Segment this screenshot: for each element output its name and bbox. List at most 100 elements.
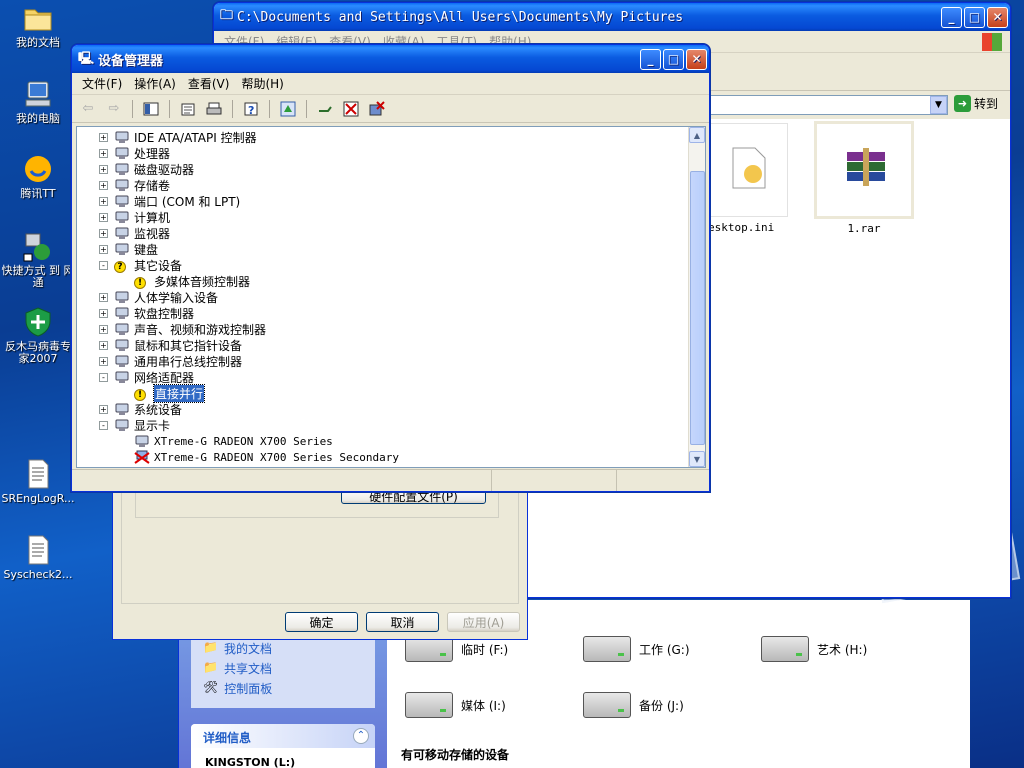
- other-places-link-shared-documents[interactable]: 📁 共享文档: [203, 660, 272, 677]
- expand-icon[interactable]: +: [99, 340, 108, 350]
- toolbar-separator: [132, 99, 133, 118]
- details-header[interactable]: 详细信息 ⌃: [191, 724, 375, 748]
- show-hide-tree-icon[interactable]: [141, 99, 161, 119]
- expand-icon[interactable]: +: [99, 212, 108, 222]
- address-dropdown[interactable]: ▼: [930, 96, 947, 114]
- other-places-link-my-documents[interactable]: 📁 我的文档: [203, 640, 272, 657]
- device-tree[interactable]: + IDE ATA/ATAPI 控制器 + 处理器 + 磁盘驱动器 + 存储卷 + 端口 (COM…: [76, 126, 706, 468]
- minimize-button[interactable]: _: [941, 6, 962, 28]
- expand-icon[interactable]: +: [99, 356, 108, 366]
- expand-icon[interactable]: +: [99, 196, 108, 206]
- vertical-scrollbar[interactable]: ▲ ▼: [688, 127, 705, 467]
- expand-icon[interactable]: +: [99, 292, 108, 302]
- device-tree-item[interactable]: XTreme-G RADEON X700 Series: [119, 433, 333, 449]
- help-icon[interactable]: ?: [241, 99, 261, 119]
- expand-icon[interactable]: +: [99, 228, 108, 238]
- uninstall-device-icon[interactable]: [367, 99, 387, 119]
- toolbar-separator: [269, 99, 270, 118]
- floppy-controller-icon: [114, 306, 130, 320]
- menu-view[interactable]: 查看(V): [182, 75, 236, 92]
- disable-device-icon[interactable]: [341, 99, 361, 119]
- desktop-icon-my-documents[interactable]: 我的文档: [0, 2, 76, 49]
- hard-drive-icon: [405, 692, 453, 718]
- scroll-thumb[interactable]: [690, 171, 705, 445]
- expand-icon[interactable]: +: [99, 132, 108, 142]
- file-desktop-ini[interactable]: esktop.ini: [708, 123, 788, 234]
- drive-g[interactable]: 工作 (G:): [583, 636, 690, 662]
- expand-icon[interactable]: +: [99, 164, 108, 174]
- menu-file[interactable]: 文件(F): [76, 75, 128, 92]
- drive-j[interactable]: 备份 (J:): [583, 692, 684, 718]
- menu-help[interactable]: 帮助(H): [235, 75, 289, 92]
- device-tree-item[interactable]: -? 其它设备: [99, 257, 182, 273]
- device-tree-item[interactable]: + 端口 (COM 和 LPT): [99, 193, 240, 209]
- forward-arrow-icon[interactable]: ⇨: [104, 99, 124, 119]
- expand-icon[interactable]: +: [99, 404, 108, 414]
- device-tree-item[interactable]: + 处理器: [99, 145, 170, 161]
- keyboard-icon: [114, 242, 130, 256]
- scroll-down-button[interactable]: ▼: [689, 451, 705, 467]
- expand-icon[interactable]: +: [99, 244, 108, 254]
- device-tree-item[interactable]: + 声音、视频和游戏控制器: [99, 321, 266, 337]
- device-tree-label: XTreme-G RADEON X700 Series: [154, 434, 333, 448]
- other-places-link-control-panel[interactable]: 🛠 控制面板: [203, 680, 272, 697]
- menu-action[interactable]: 操作(A): [128, 75, 182, 92]
- device-tree-item[interactable]: + 监视器: [99, 225, 170, 241]
- update-driver-icon[interactable]: [315, 99, 335, 119]
- drive-i[interactable]: 媒体 (I:): [405, 692, 506, 718]
- device-tree-label: 网络适配器: [134, 370, 195, 385]
- properties-icon[interactable]: [178, 99, 198, 119]
- desktop-icon-netcom-shortcut[interactable]: 快捷方式 到 网通: [0, 230, 76, 289]
- minimize-button[interactable]: _: [640, 48, 661, 70]
- device-tree-item[interactable]: + 系统设备: [99, 401, 182, 417]
- back-arrow-icon[interactable]: ⇦: [78, 99, 98, 119]
- device-tree-item[interactable]: + 软盘控制器: [99, 305, 194, 321]
- details-title: 详细信息: [203, 731, 252, 745]
- collapse-icon[interactable]: -: [99, 372, 108, 382]
- device-manager-titlebar[interactable]: 🖳 设备管理器 _ □ ✕: [72, 45, 709, 73]
- scroll-up-button[interactable]: ▲: [689, 127, 705, 143]
- device-tree-item[interactable]: ! 直接并行: [119, 383, 206, 403]
- device-tree-item[interactable]: + IDE ATA/ATAPI 控制器: [99, 129, 257, 145]
- device-tree-item[interactable]: + 通用串行总线控制器: [99, 353, 242, 369]
- maximize-button[interactable]: □: [964, 6, 985, 28]
- collapse-chevron-icon[interactable]: ⌃: [353, 728, 369, 744]
- desktop-icon-syscheck[interactable]: Syscheck2...: [0, 534, 76, 581]
- scan-hardware-icon[interactable]: [278, 99, 298, 119]
- device-tree-item[interactable]: - 显示卡: [99, 417, 170, 433]
- ok-button[interactable]: 确定: [285, 612, 358, 632]
- expand-icon[interactable]: +: [99, 308, 108, 318]
- expand-icon[interactable]: +: [99, 324, 108, 334]
- device-tree-item[interactable]: - 网络适配器: [99, 369, 194, 385]
- cancel-button[interactable]: 取消: [366, 612, 439, 632]
- close-button[interactable]: ✕: [686, 48, 707, 70]
- collapse-icon[interactable]: -: [99, 260, 108, 270]
- device-tree-item[interactable]: + 磁盘驱动器: [99, 161, 194, 177]
- desktop-icon-tencent-tt[interactable]: 腾讯TT: [0, 153, 76, 200]
- device-tree-item[interactable]: + 人体学输入设备: [99, 289, 218, 305]
- device-tree-item[interactable]: + 鼠标和其它指针设备: [99, 337, 242, 353]
- address-input[interactable]: [704, 95, 948, 115]
- maximize-button[interactable]: □: [663, 48, 684, 70]
- device-tree-item[interactable]: XTreme-G RADEON X700 Series Secondary: [119, 449, 399, 465]
- desktop-icon-srenglog[interactable]: SREngLogR...: [0, 458, 76, 505]
- folder-icon: 📁: [203, 660, 218, 674]
- print-icon[interactable]: [204, 99, 224, 119]
- go-button[interactable]: ➜ 转到: [954, 95, 998, 112]
- expand-icon[interactable]: +: [99, 180, 108, 190]
- device-tree-item[interactable]: + 存储卷: [99, 177, 170, 193]
- device-manager-window: 🖳 设备管理器 _ □ ✕ 文件(F) 操作(A) 查看(V) 帮助(H) ⇦ …: [71, 44, 710, 492]
- device-tree-label: IDE ATA/ATAPI 控制器: [134, 130, 257, 145]
- device-tree-item[interactable]: ! 多媒体音频控制器: [119, 273, 250, 289]
- drive-h[interactable]: 艺术 (H:): [761, 636, 867, 662]
- expand-icon[interactable]: +: [99, 148, 108, 158]
- file-1-rar[interactable]: 1.rar: [814, 121, 914, 235]
- apply-button[interactable]: 应用(A): [447, 612, 520, 632]
- explorer-titlebar[interactable]: 🗀 C:\Documents and Settings\All Users\Do…: [214, 3, 1010, 31]
- device-tree-item[interactable]: + 计算机: [99, 209, 170, 225]
- collapse-icon[interactable]: -: [99, 420, 108, 430]
- device-tree-item[interactable]: + 键盘: [99, 241, 158, 257]
- desktop-icon-my-computer[interactable]: 我的电脑: [0, 78, 76, 125]
- desktop-icon-antivirus[interactable]: 反木马病毒专家2007: [0, 306, 76, 365]
- close-button[interactable]: ✕: [987, 6, 1008, 28]
